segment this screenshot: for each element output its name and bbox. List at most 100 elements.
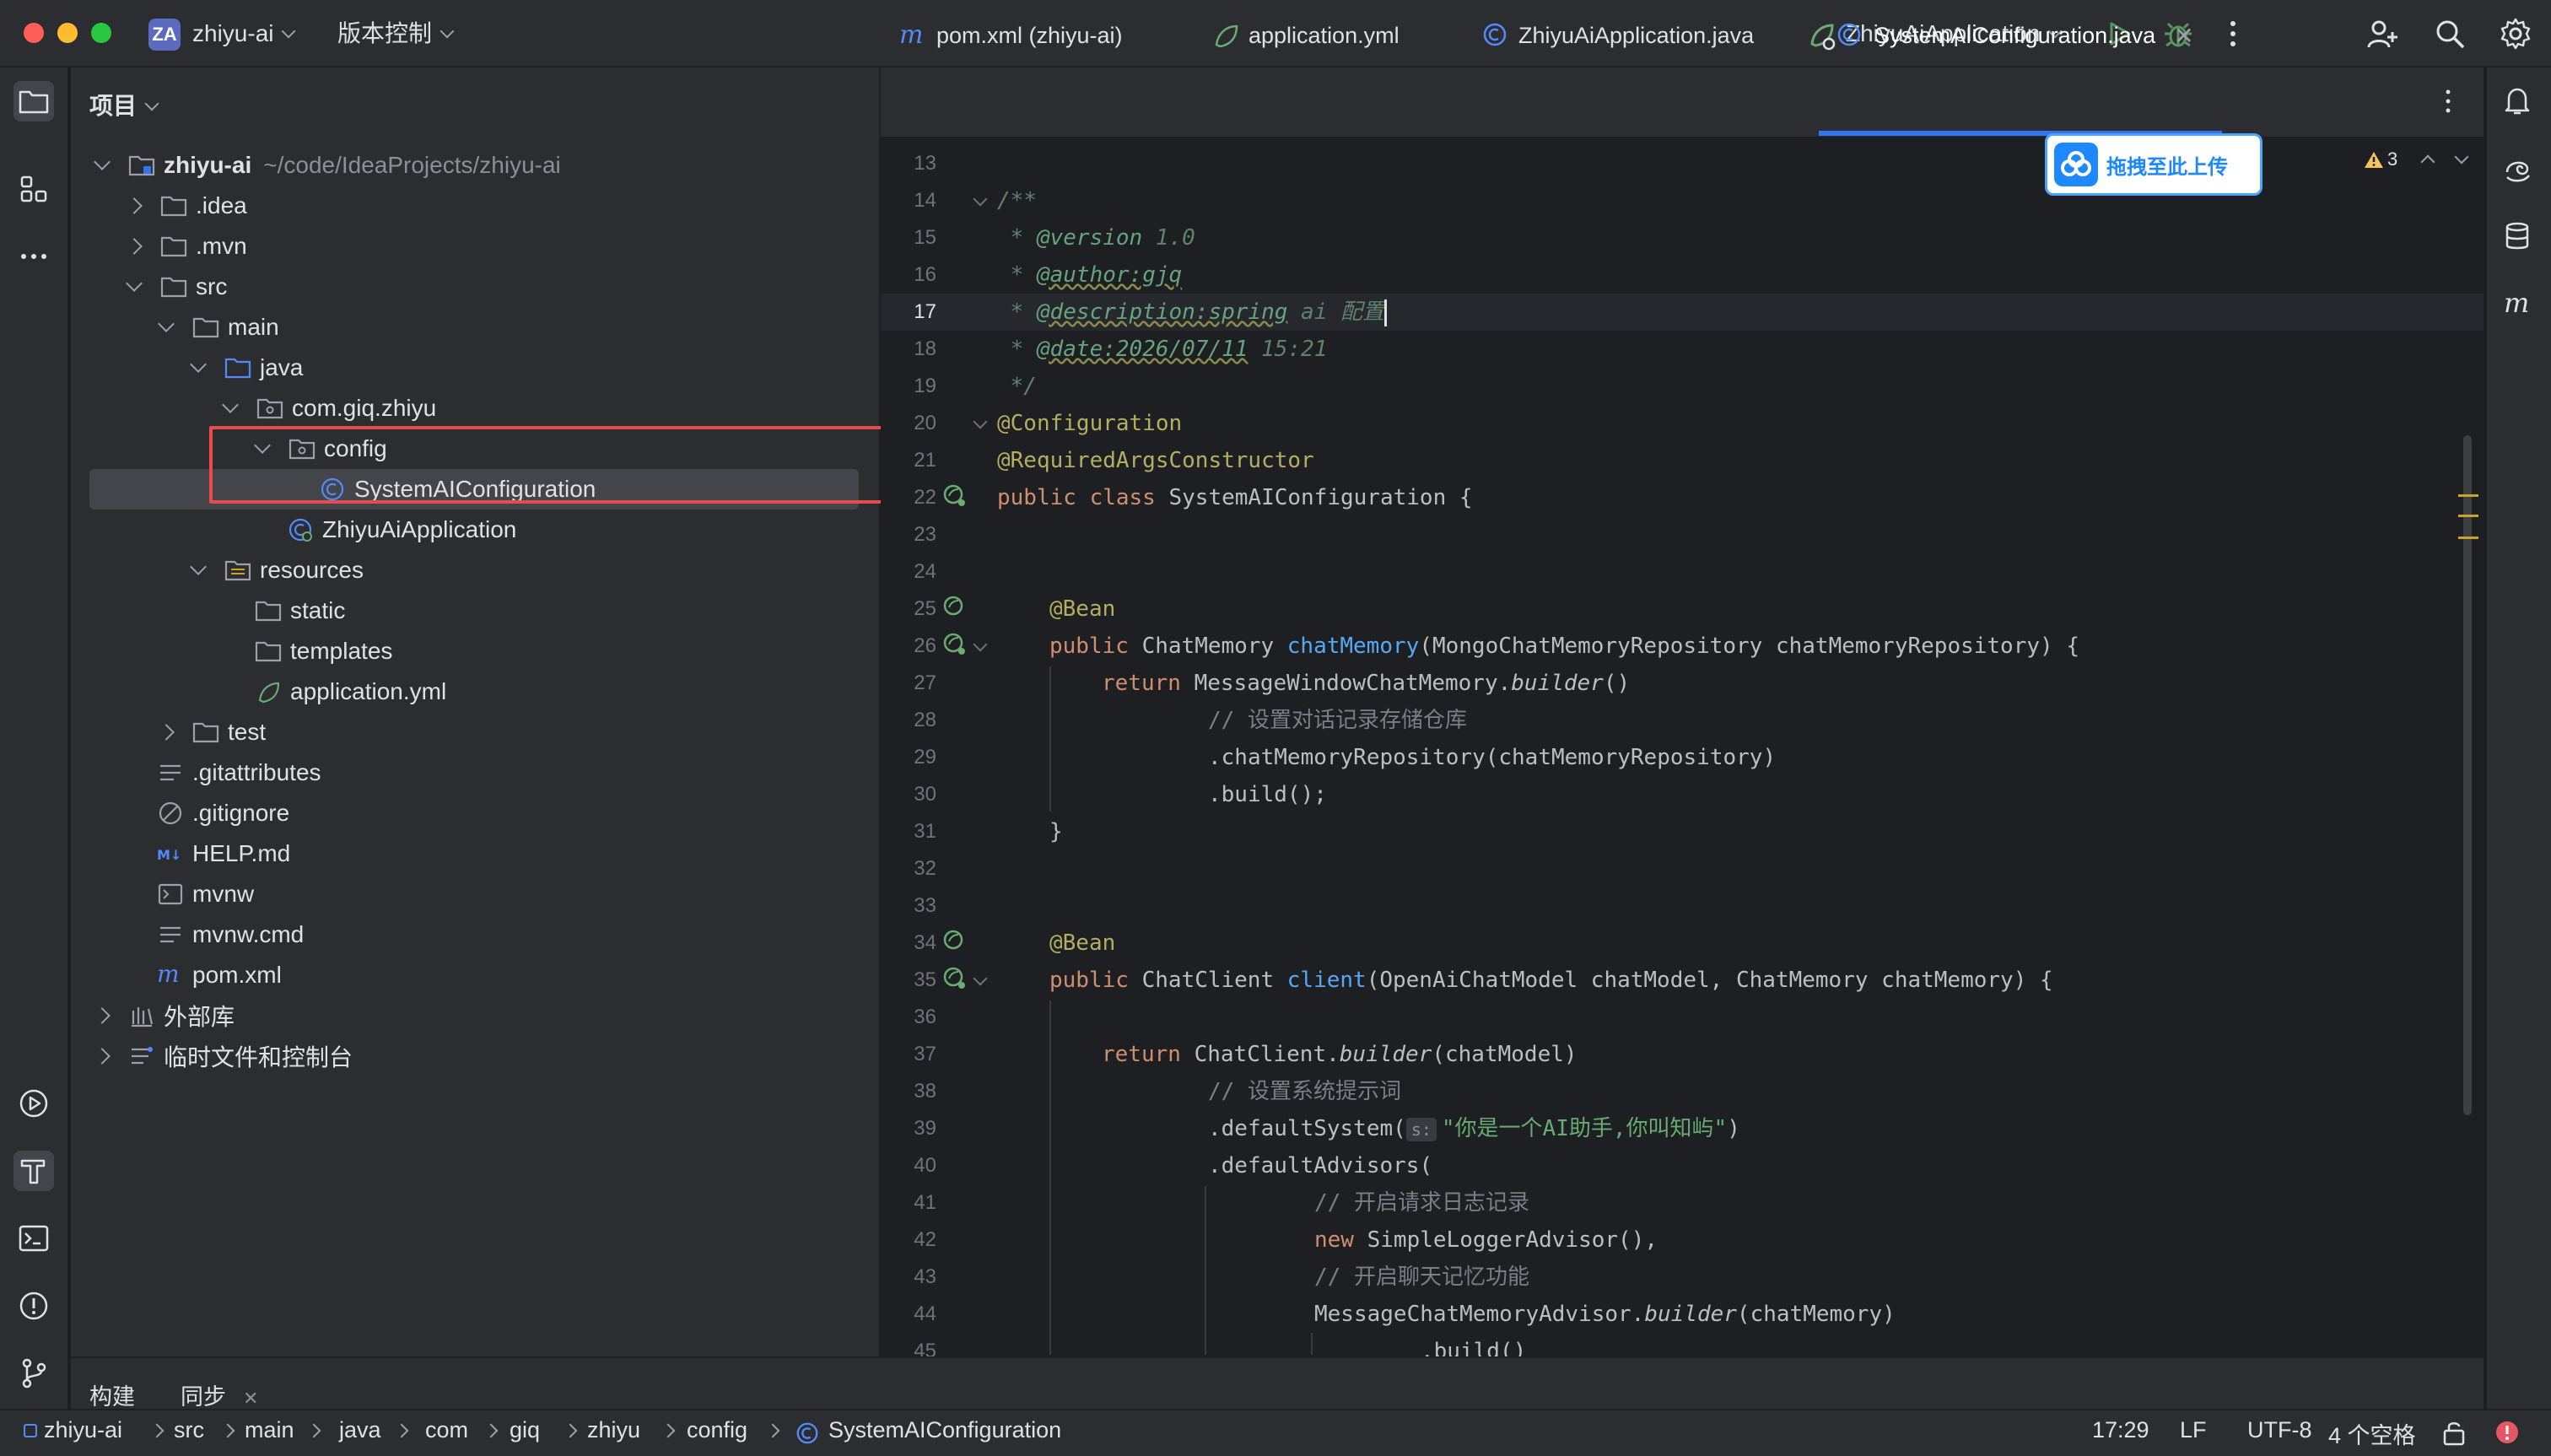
ignore-file-icon (159, 801, 182, 825)
chevron-down-icon[interactable] (94, 154, 111, 170)
close-tab-icon[interactable]: ✕ (2174, 22, 2193, 50)
tree-item-src[interactable]: src (126, 267, 227, 307)
project-switcher[interactable]: zhiyu-ai (192, 19, 296, 49)
readonly-lock-icon[interactable] (2441, 1419, 2467, 1446)
tree-item-application-yml[interactable]: application.yml (255, 671, 446, 712)
spring-bean-gutter-icon[interactable] (941, 928, 968, 955)
close-window-button[interactable] (24, 23, 44, 43)
project-badge[interactable]: ZA (148, 19, 181, 51)
tree-item-package[interactable]: com.giq.zhiyu (222, 388, 436, 429)
spring-bean-gutter-icon[interactable] (941, 631, 968, 658)
warning-marker[interactable] (2458, 494, 2478, 497)
tree-item-mvn[interactable]: .mvn (126, 226, 247, 267)
tree-item-pom-xml[interactable]: m pom.xml (157, 955, 282, 995)
tree-item-mvnw[interactable]: mvnw (157, 874, 254, 914)
tree-item-help-md[interactable]: M↓ HELP.md (157, 833, 290, 874)
chevron-right-icon[interactable] (94, 1048, 111, 1065)
build-hammer-icon[interactable] (13, 1151, 54, 1191)
git-branch-icon[interactable] (13, 1353, 54, 1394)
more-actions-icon[interactable] (2227, 19, 2239, 49)
tree-item-idea[interactable]: .idea (126, 186, 247, 226)
zoom-window-button[interactable] (91, 23, 111, 43)
line-number: 21 (914, 449, 936, 472)
services-icon[interactable] (13, 1083, 54, 1124)
breadcrumb-item[interactable]: src (174, 1417, 204, 1443)
tree-item-label: java (260, 354, 304, 380)
spring-bean-gutter-icon[interactable] (941, 594, 968, 621)
breadcrumb-item[interactable]: main (245, 1417, 294, 1443)
tree-item-gitignore[interactable]: .gitignore (157, 793, 289, 833)
chevron-down-icon[interactable] (222, 396, 239, 413)
terminal-icon[interactable] (13, 1218, 54, 1259)
resources-folder-icon (224, 560, 251, 581)
breadcrumb-item[interactable]: giq (510, 1417, 540, 1443)
tree-item-main[interactable]: main (158, 307, 279, 348)
spring-bean-gutter-icon[interactable] (941, 483, 968, 510)
project-tool-folder-icon[interactable] (13, 81, 54, 121)
vcs-menu[interactable]: 版本控制 (337, 19, 455, 49)
spring-bean-gutter-icon[interactable] (941, 965, 968, 992)
breadcrumb-item[interactable]: SystemAIConfiguration (828, 1417, 1061, 1443)
warning-marker[interactable] (2458, 537, 2478, 539)
tab-options-icon[interactable] (2443, 88, 2453, 115)
tree-item-templates[interactable]: templates (255, 631, 392, 671)
breadcrumb-item[interactable]: zhiyu-ai (44, 1417, 122, 1443)
breadcrumb-item[interactable]: com (425, 1417, 468, 1443)
line-number: 15 (914, 226, 936, 249)
chevron-right-icon[interactable] (158, 724, 175, 741)
project-panel-title[interactable]: 项目 (89, 88, 159, 121)
tree-item-java[interactable]: java (190, 348, 304, 388)
inspections-widget[interactable]: 3 (2364, 148, 2397, 170)
tab-zhiyuaiapplication[interactable]: ZhiyuAiApplication.java (1481, 19, 1754, 52)
chevron-down-icon[interactable] (190, 356, 207, 373)
settings-gear-icon[interactable] (2499, 17, 2532, 51)
indent-setting[interactable]: 4 个空格 (2328, 1417, 2416, 1450)
chevron-right-icon[interactable] (126, 197, 143, 214)
tab-application-yml[interactable]: application.yml (1211, 19, 1400, 52)
tab-systemaiconfiguration[interactable]: SystemAIConfiguration.java ✕ (1836, 19, 2194, 52)
chevron-down-icon[interactable] (158, 315, 175, 332)
upload-drop-button[interactable]: 拖拽至此上传 (2045, 133, 2262, 196)
tree-item-test[interactable]: test (158, 712, 266, 752)
tree-item-static[interactable]: static (255, 590, 345, 631)
tab-label: application.yml (1249, 22, 1400, 48)
tree-item-scratches[interactable]: 临时文件和控制台 (94, 1036, 353, 1076)
ai-assistant-icon[interactable] (2497, 148, 2538, 189)
breadcrumb-item[interactable]: config (687, 1417, 747, 1443)
tree-item-root[interactable]: zhiyu-ai ~/code/IdeaProjects/zhiyu-ai (94, 145, 561, 186)
line-separator[interactable]: LF (2180, 1417, 2207, 1443)
chevron-right-icon[interactable] (126, 238, 143, 255)
more-tools-icon[interactable] (13, 236, 54, 277)
database-icon[interactable] (2497, 216, 2538, 256)
error-indicator-icon[interactable] (2494, 1419, 2521, 1446)
tree-item-resources[interactable]: resources (190, 550, 364, 590)
close-tab-icon[interactable]: ✕ (243, 1388, 258, 1409)
add-user-icon[interactable] (2365, 17, 2399, 51)
module-folder-icon (128, 155, 155, 176)
breadcrumb-item[interactable]: zhiyu (587, 1417, 640, 1443)
tab-build[interactable]: 构建 (89, 1378, 135, 1411)
tree-item-external-libraries[interactable]: 外部库 (94, 995, 235, 1036)
chevron-right-icon[interactable] (94, 1007, 111, 1024)
structure-icon[interactable] (13, 169, 54, 209)
tree-item-gitattributes[interactable]: .gitattributes (157, 752, 321, 793)
code-line: /** (997, 188, 1037, 213)
tree-item-zhiyuaiapplication[interactable]: ZhiyuAiApplication (287, 510, 516, 550)
tab-pom-xml[interactable]: m pom.xml (zhiyu-ai) (899, 19, 1123, 52)
spring-boot-class-icon (1483, 23, 1507, 46)
problems-icon[interactable] (13, 1286, 54, 1326)
chevron-down-icon[interactable] (190, 558, 207, 575)
tab-sync[interactable]: 同步 ✕ (181, 1378, 258, 1411)
breadcrumb-item[interactable]: java (339, 1417, 381, 1443)
caret-position[interactable]: 17:29 (2092, 1417, 2149, 1443)
file-encoding[interactable]: UTF-8 (2247, 1417, 2312, 1443)
minimize-window-button[interactable] (57, 23, 78, 43)
code-line: // 设置对话记录存储仓库 (1208, 708, 1467, 733)
chevron-down-icon[interactable] (126, 275, 143, 292)
search-icon[interactable] (2433, 17, 2467, 51)
tree-item-mvnw-cmd[interactable]: mvnw.cmd (157, 914, 304, 955)
tree-item-label: .mvn (196, 233, 247, 259)
warning-marker[interactable] (2458, 515, 2478, 517)
notifications-bell-icon[interactable] (2497, 81, 2538, 121)
maven-icon[interactable]: m (2497, 283, 2538, 324)
